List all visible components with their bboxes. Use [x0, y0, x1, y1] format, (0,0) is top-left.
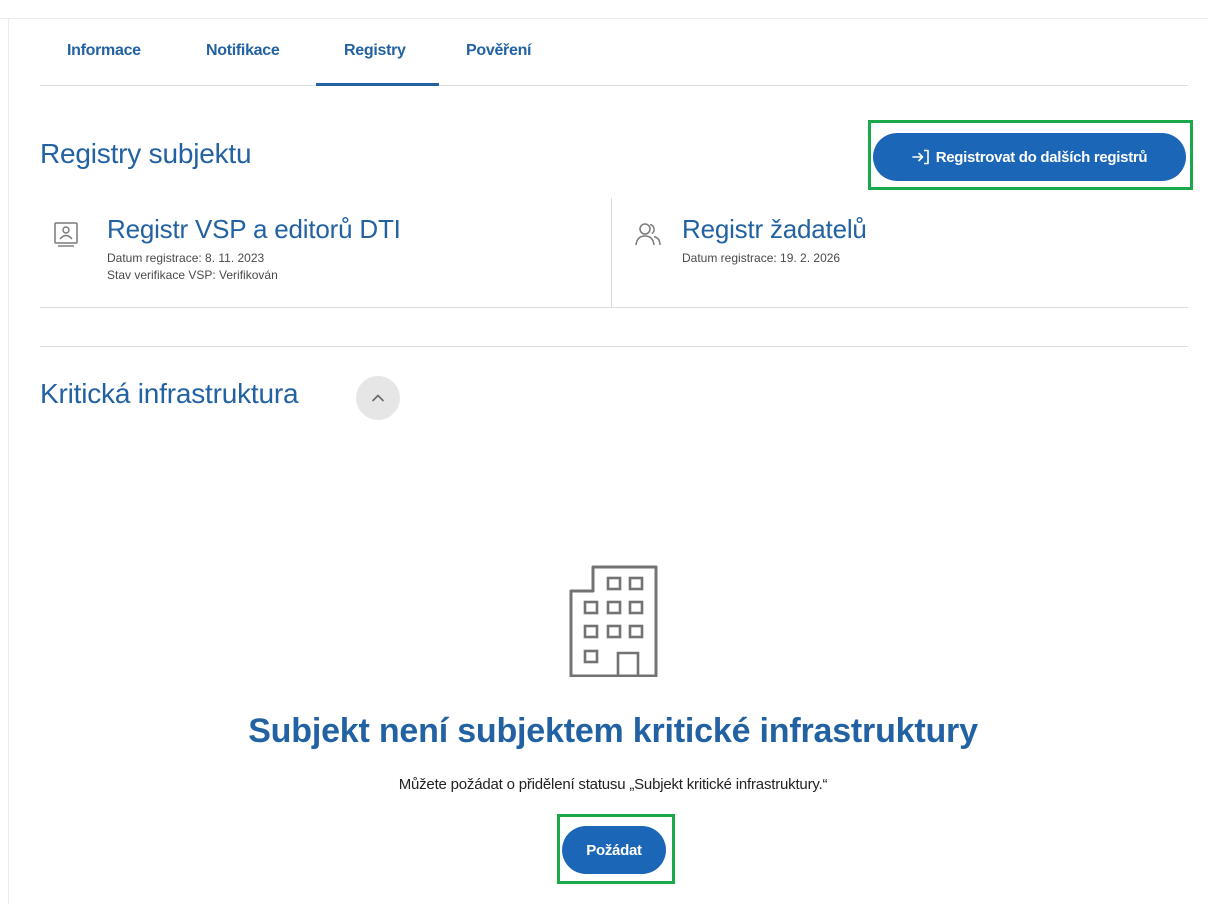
users-icon: [635, 223, 661, 246]
request-button[interactable]: Požádat: [562, 826, 666, 874]
register-button[interactable]: Registrovat do dalších registrů: [873, 133, 1186, 181]
chevron-up-icon: [372, 394, 384, 402]
register-button-label: Registrovat do dalších registrů: [935, 148, 1148, 166]
content-frame-left-border: [8, 18, 9, 904]
id-card-icon: [54, 222, 78, 247]
tab-registry[interactable]: Registry: [344, 42, 406, 60]
login-arrow-icon: [911, 149, 929, 165]
empty-state-description: Můžete požádat o přidělení statusu „Subj…: [398, 776, 828, 793]
card-divider: [611, 198, 612, 308]
registration-date: Datum registrace: 8. 11. 2023: [107, 251, 265, 265]
registration-date: Datum registrace: 19. 2. 2026: [682, 251, 841, 265]
active-tab-indicator: [316, 83, 439, 86]
request-button-label: Požádat: [586, 841, 642, 859]
registry-card-title[interactable]: Registr žadatelů: [682, 214, 867, 245]
tab-informace[interactable]: Informace: [67, 42, 141, 60]
registry-card-meta: Datum registrace: 8. 11. 2023 Stav verif…: [107, 250, 278, 284]
registry-cards: Registr VSP a editorů DTI Datum registra…: [40, 198, 1188, 308]
building-icon: [569, 565, 658, 677]
tab-notifikace[interactable]: Notifikace: [206, 42, 280, 60]
tab-bar: Informace Notifikace Registry Pověření: [40, 28, 1188, 86]
tab-povereni[interactable]: Pověření: [466, 42, 531, 60]
section-divider: [40, 346, 1188, 347]
empty-state-title: Subjekt není subjektem kritické infrastr…: [248, 712, 978, 750]
section-title-registry: Registry subjektu: [40, 138, 252, 169]
section-title-critical-infrastructure: Kritická infrastruktura: [40, 378, 299, 409]
verification-status: Stav verifikace VSP: Verifikován: [107, 268, 278, 282]
registry-card-title[interactable]: Registr VSP a editorů DTI: [107, 214, 401, 245]
collapse-toggle-button[interactable]: [356, 376, 400, 420]
registry-card-meta: Datum registrace: 19. 2. 2026: [682, 250, 840, 267]
content-frame-top-border: [0, 18, 1208, 19]
